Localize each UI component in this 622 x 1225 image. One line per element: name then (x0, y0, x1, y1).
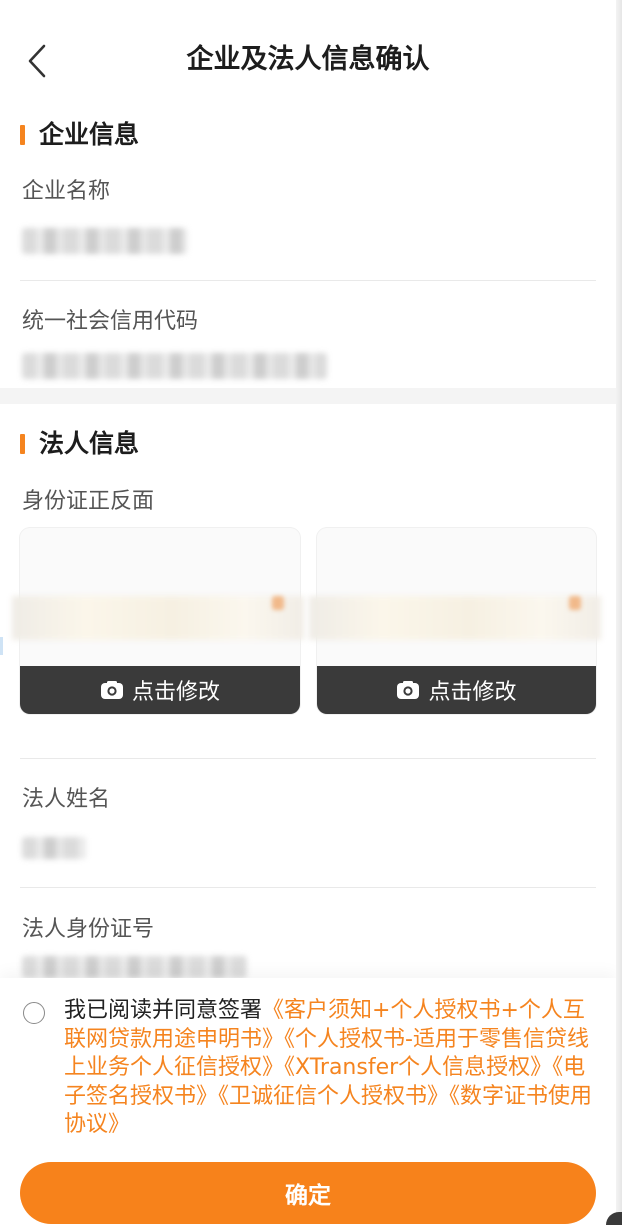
section-accent-bar (20, 125, 25, 145)
id-card-image-blurred (12, 596, 304, 640)
edge-mark (0, 637, 3, 655)
legal-name-value-blurred (22, 837, 86, 859)
credit-code-value-blurred (22, 353, 327, 379)
agreement-text: 我已阅读并同意签署《客户须知+个人授权书+个人互联网贷款用途申明书》《个人授权书… (64, 997, 598, 1140)
id-card-label: 身份证正反面 (22, 489, 155, 514)
agreement-panel: 我已阅读并同意签署《客户须知+个人授权书+个人互联网贷款用途申明书》《个人授权书… (0, 978, 616, 1225)
agreement-doc-link[interactable]: 《卫诚征信个人授权书》 (218, 1084, 449, 1109)
id-card-modify-button[interactable]: 点击修改 (317, 666, 596, 714)
legal-section-title-text: 法人信息 (39, 429, 140, 458)
legal-section-title: 法人信息 (20, 427, 139, 461)
page-title: 企业及法人信息确认 (186, 44, 430, 75)
id-card-image-mark (272, 596, 284, 610)
legal-id-number-value-blurred (22, 956, 247, 978)
id-card-back: 点击修改 (309, 528, 601, 714)
legal-name-label: 法人姓名 (22, 787, 111, 812)
company-name-label: 企业名称 (22, 179, 111, 204)
company-section-title: 企业信息 (20, 118, 139, 152)
id-card-image-blurred (309, 596, 601, 640)
agreement-prefix: 我已阅读并同意签署 (64, 998, 263, 1023)
id-card-modify-button[interactable]: 点击修改 (20, 666, 300, 714)
divider (20, 758, 596, 759)
company-section-title-text: 企业信息 (39, 120, 140, 149)
legal-id-number-label: 法人身份证号 (22, 917, 155, 942)
camera-icon (100, 681, 123, 699)
agreement-checkbox[interactable] (23, 1002, 45, 1024)
company-name-value-blurred (22, 228, 187, 254)
id-card-modify-label: 点击修改 (131, 680, 220, 705)
id-card-image-mark (569, 596, 581, 610)
confirm-button-label: 确定 (285, 1183, 331, 1209)
camera-icon (397, 681, 420, 699)
right-edge (616, 0, 622, 1225)
confirm-button[interactable]: 确定 (20, 1162, 596, 1224)
agreement-doc-link[interactable]: 《XTransfer个人信息授权》 (284, 1055, 552, 1080)
section-separator (0, 388, 616, 404)
id-card-modify-label: 点击修改 (428, 680, 517, 705)
section-accent-bar (20, 434, 25, 454)
credit-code-label: 统一社会信用代码 (22, 309, 199, 334)
id-card-front: 点击修改 (12, 528, 304, 714)
divider (20, 280, 596, 281)
divider (20, 887, 596, 888)
